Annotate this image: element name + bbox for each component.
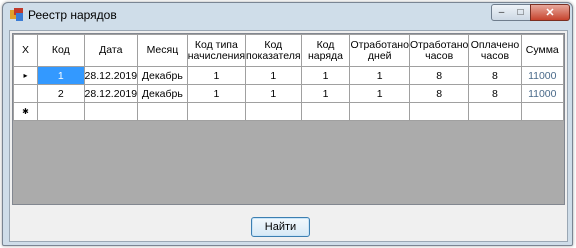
- header-row: Х Код Дата Месяц Код типа начисления Код…: [12, 34, 565, 67]
- cell-charge-type[interactable]: 1: [186, 66, 247, 85]
- cell-code[interactable]: 2: [37, 84, 85, 103]
- minimize-button[interactable]: –: [491, 4, 512, 21]
- cell-hours-worked[interactable]: 8: [408, 66, 470, 85]
- cell-charge-type[interactable]: 1: [186, 84, 247, 103]
- cell-sum[interactable]: 11000: [520, 66, 565, 85]
- column-header[interactable]: Месяц: [137, 34, 188, 67]
- cell-date[interactable]: 28.12.2019: [83, 84, 139, 103]
- column-header[interactable]: Код наряда: [300, 34, 351, 67]
- registry-window: Реестр нарядов – □ ✕ Х Код Дата Месяц Ко…: [2, 2, 573, 246]
- cell-charge-type[interactable]: [186, 102, 247, 121]
- cell-order-code[interactable]: [300, 102, 351, 121]
- cell-indicator[interactable]: 1: [245, 66, 302, 85]
- find-button[interactable]: Найти: [251, 217, 310, 237]
- cell-days[interactable]: [349, 102, 410, 121]
- cell-sum[interactable]: 11000: [520, 84, 565, 103]
- records-grid[interactable]: Х Код Дата Месяц Код типа начисления Код…: [12, 33, 565, 205]
- row-header-new-icon[interactable]: ✱: [12, 102, 39, 121]
- cell-order-code[interactable]: 1: [300, 66, 351, 85]
- cell-days[interactable]: 1: [349, 66, 410, 85]
- cell-order-code[interactable]: 1: [300, 84, 351, 103]
- column-header[interactable]: Отработано часов: [408, 34, 470, 67]
- cell-indicator[interactable]: [245, 102, 302, 121]
- column-header[interactable]: Сумма: [520, 34, 565, 67]
- cell-month[interactable]: Декабрь: [137, 66, 188, 85]
- table-row-new[interactable]: ✱: [12, 102, 565, 121]
- column-header[interactable]: Код показателя: [245, 34, 302, 67]
- cell-hours-paid[interactable]: 8: [468, 84, 522, 103]
- table-row[interactable]: ▸ 1 28.12.2019 Декабрь 1 1 1 1 8 8 11000: [12, 66, 565, 85]
- column-header[interactable]: Код типа начисления: [186, 34, 247, 67]
- row-header[interactable]: [12, 84, 39, 103]
- client-area: Х Код Дата Месяц Код типа начисления Код…: [9, 30, 568, 242]
- records-table: Х Код Дата Месяц Код типа начисления Код…: [12, 34, 565, 121]
- cell-indicator[interactable]: 1: [245, 84, 302, 103]
- column-header[interactable]: Оплачено часов: [468, 34, 522, 67]
- column-header[interactable]: Код: [37, 34, 85, 67]
- row-header-current-icon[interactable]: ▸: [12, 66, 39, 85]
- window-title: Реестр нарядов: [28, 8, 117, 22]
- cell-month[interactable]: [137, 102, 188, 121]
- cell-hours-worked[interactable]: [408, 102, 470, 121]
- column-header[interactable]: Дата: [83, 34, 139, 67]
- title-bar[interactable]: Реестр нарядов – □ ✕: [3, 3, 572, 26]
- cell-date[interactable]: 28.12.2019: [83, 66, 139, 85]
- table-row[interactable]: 2 28.12.2019 Декабрь 1 1 1 1 8 8 11000: [12, 84, 565, 103]
- close-button[interactable]: ✕: [530, 4, 570, 21]
- cell-sum[interactable]: [520, 102, 565, 121]
- cell-date[interactable]: [83, 102, 139, 121]
- column-header[interactable]: Х: [12, 34, 39, 67]
- app-icon: [10, 8, 23, 21]
- cell-hours-worked[interactable]: 8: [408, 84, 470, 103]
- column-header[interactable]: Отработано дней: [349, 34, 410, 67]
- cell-code[interactable]: 1: [37, 66, 85, 85]
- cell-days[interactable]: 1: [349, 84, 410, 103]
- cell-code[interactable]: [37, 102, 85, 121]
- cell-month[interactable]: Декабрь: [137, 84, 188, 103]
- cell-hours-paid[interactable]: 8: [468, 66, 522, 85]
- cell-hours-paid[interactable]: [468, 102, 522, 121]
- maximize-button[interactable]: □: [511, 4, 531, 21]
